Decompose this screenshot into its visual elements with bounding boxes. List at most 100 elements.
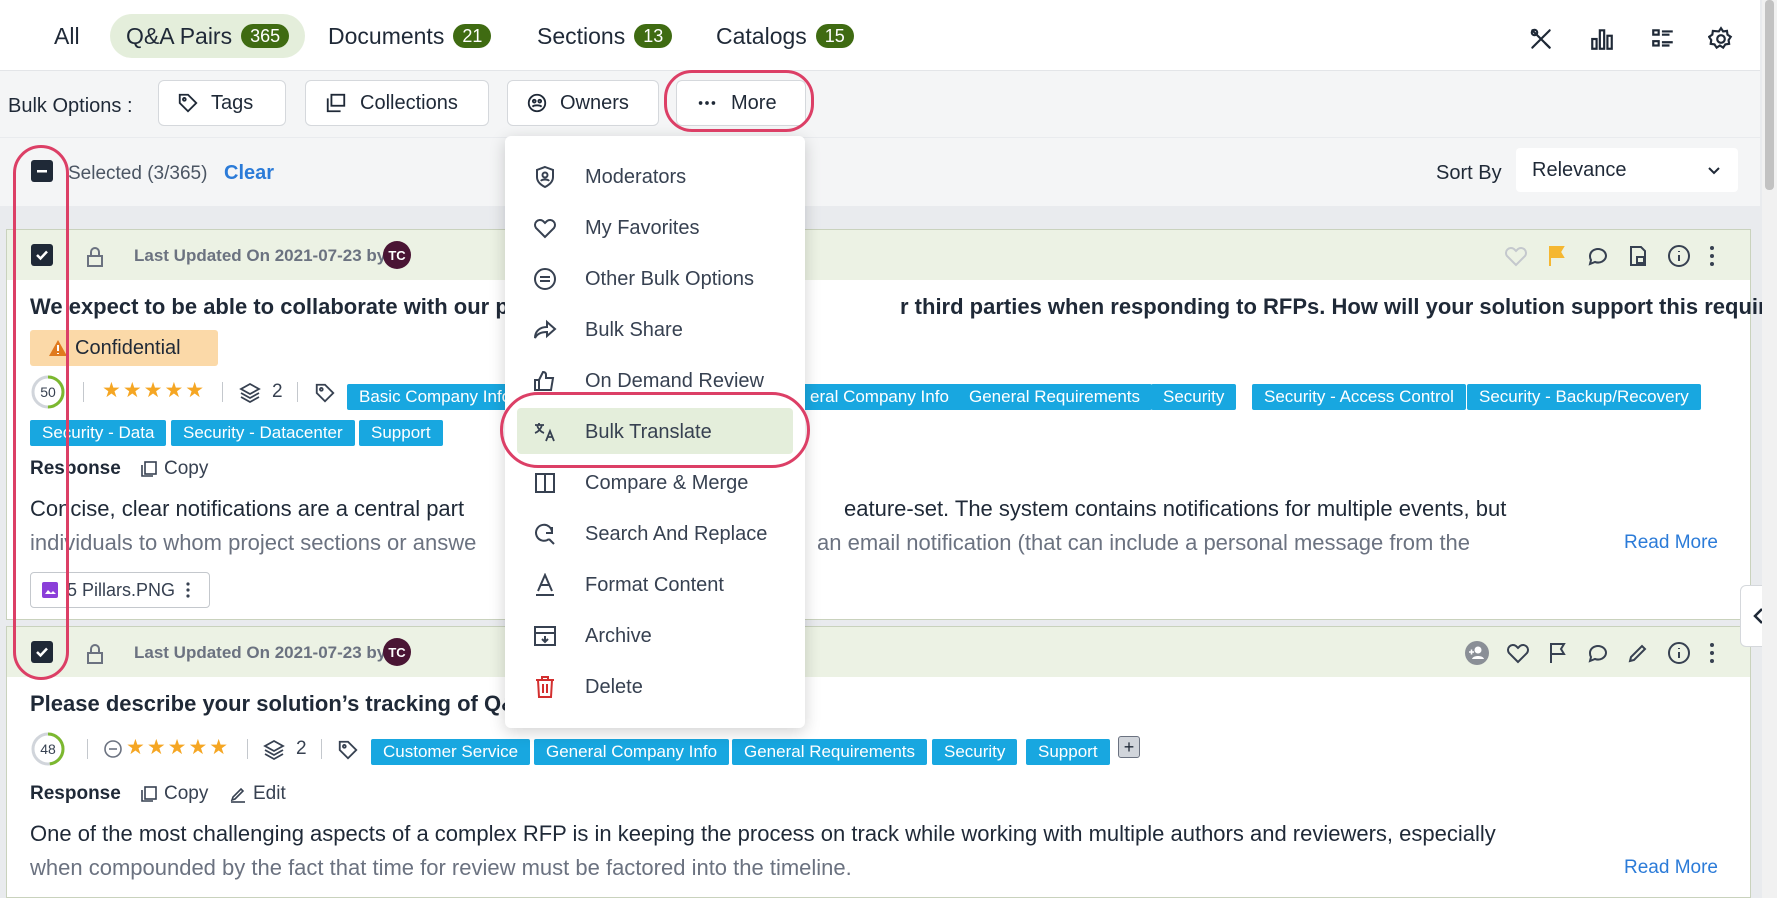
- menu-item-other-bulk-options[interactable]: Other Bulk Options: [505, 255, 805, 301]
- settings-gear-icon[interactable]: [1706, 24, 1736, 54]
- select-all-checkbox[interactable]: [31, 160, 53, 182]
- menu-label: Search And Replace: [585, 523, 768, 545]
- response-text-line1: One of the most challenging aspects of a…: [30, 821, 1496, 846]
- comment-icon[interactable]: [1585, 243, 1611, 269]
- menu-label: Delete: [585, 676, 643, 698]
- response-text-line2: when compounded by the fact that time fo…: [30, 855, 852, 880]
- heart-icon[interactable]: [1503, 243, 1529, 269]
- search-refresh-icon: [533, 522, 557, 546]
- heart-icon[interactable]: [1505, 640, 1531, 666]
- star-rating[interactable]: ★★★★★: [102, 378, 206, 403]
- score-value: 48: [40, 741, 56, 757]
- collections-button[interactable]: Collections: [305, 80, 489, 126]
- tag-chip[interactable]: Security - Data: [30, 420, 167, 446]
- tag-icon: [338, 740, 358, 760]
- menu-item-moderators[interactable]: Moderators: [505, 153, 805, 199]
- tools-icon[interactable]: [1526, 24, 1556, 54]
- tab-qa-pairs[interactable]: Q&A Pairs 365: [110, 14, 306, 58]
- score-ring: 50: [30, 374, 66, 410]
- menu-label: Bulk Translate: [585, 421, 712, 443]
- lock-icon: [87, 247, 103, 267]
- comment-icon[interactable]: [1585, 640, 1611, 666]
- read-more-link[interactable]: Read More: [1624, 532, 1718, 554]
- menu-item-format-content[interactable]: Format Content: [505, 561, 805, 607]
- star-rating[interactable]: ★★★★★: [126, 735, 230, 760]
- warning-icon: [49, 340, 67, 356]
- tag-chip[interactable]: Security - Backup/Recovery: [1467, 384, 1701, 410]
- tab-all[interactable]: All: [38, 14, 96, 58]
- tag-chip[interactable]: General Requirements: [957, 384, 1153, 410]
- tag-chip[interactable]: Support: [1026, 739, 1110, 765]
- add-tag-button[interactable]: +: [1118, 736, 1140, 758]
- flag-icon[interactable]: [1544, 243, 1570, 269]
- menu-label: Archive: [585, 625, 652, 647]
- menu-item-compare-merge[interactable]: Compare & Merge: [505, 459, 805, 505]
- sort-dropdown[interactable]: Relevance: [1516, 148, 1738, 192]
- vertical-scrollbar[interactable]: [1762, 0, 1777, 898]
- tags-button[interactable]: Tags: [158, 80, 286, 126]
- menu-item-search-and-replace[interactable]: Search And Replace: [505, 510, 805, 556]
- tag-chip[interactable]: Customer Service: [371, 739, 531, 765]
- edit-button[interactable]: Edit: [229, 783, 286, 805]
- check-icon: [36, 250, 48, 261]
- menu-item-on-demand-review[interactable]: On Demand Review: [505, 357, 805, 403]
- tag-chip[interactable]: General Company Info: [534, 739, 730, 765]
- divider: [321, 739, 322, 759]
- kebab-menu-icon[interactable]: [1699, 640, 1725, 666]
- version-count: 2: [296, 738, 307, 759]
- owners-button[interactable]: Owners: [507, 80, 659, 126]
- sort-value: Relevance: [1532, 158, 1627, 181]
- info-icon[interactable]: [1666, 243, 1692, 269]
- more-button[interactable]: More: [676, 80, 806, 126]
- bar-chart-icon[interactable]: [1587, 24, 1617, 54]
- question-text-left[interactable]: We expect to be able to collaborate with…: [30, 294, 521, 320]
- question-text-right[interactable]: r third parties when responding to RFPs.…: [900, 294, 1777, 320]
- info-icon[interactable]: [1666, 640, 1692, 666]
- sort-by-label: Sort By: [1436, 162, 1502, 184]
- version-count: 2: [272, 381, 283, 402]
- scrollbar-thumb[interactable]: [1765, 0, 1774, 190]
- response-text-line2-left: individuals to whom project sections or …: [30, 530, 477, 555]
- avatar[interactable]: TC: [383, 241, 411, 269]
- tag-chip[interactable]: Support: [359, 420, 443, 446]
- tag-chip[interactable]: eral Company Info: [798, 384, 961, 410]
- menu-item-bulk-share[interactable]: Bulk Share: [505, 306, 805, 352]
- tab-sections[interactable]: Sections 13: [521, 14, 688, 58]
- copy-button[interactable]: Copy: [140, 783, 208, 805]
- edit-pencil-icon[interactable]: [1625, 640, 1651, 666]
- response-text-line2-right: an email notification (that can include …: [817, 530, 1471, 555]
- attachment-name: 5 Pillars.PNG: [67, 579, 176, 600]
- menu-item-delete[interactable]: Delete: [505, 663, 805, 709]
- kebab-menu-icon[interactable]: [185, 581, 191, 599]
- read-more-link[interactable]: Read More: [1624, 857, 1718, 879]
- menu-item-bulk-translate[interactable]: Bulk Translate: [517, 408, 793, 454]
- tag-chip[interactable]: Basic Company Info: [347, 384, 524, 410]
- attachment-chip[interactable]: 5 Pillars.PNG: [30, 572, 210, 608]
- minus-circle-icon[interactable]: [103, 739, 123, 759]
- menu-item-my-favorites[interactable]: My Favorites: [505, 204, 805, 250]
- copy-button[interactable]: Copy: [140, 458, 208, 480]
- share-arrow-icon: [533, 318, 557, 342]
- list-view-icon[interactable]: [1648, 24, 1678, 54]
- tag-chip[interactable]: Security - Access Control: [1252, 384, 1466, 410]
- menu-item-archive[interactable]: Archive: [505, 612, 805, 658]
- tag-chip[interactable]: Security: [932, 739, 1018, 765]
- tag-chip[interactable]: Security: [1151, 384, 1237, 410]
- tab-catalogs[interactable]: Catalogs 15: [700, 14, 870, 58]
- selected-count: Selected (3/365): [68, 163, 208, 184]
- tab-documents[interactable]: Documents 21: [312, 14, 507, 58]
- flag-icon[interactable]: [1545, 640, 1571, 666]
- add-user-icon[interactable]: [1464, 640, 1490, 666]
- divider: [247, 739, 248, 759]
- question-text[interactable]: Please describe your solution’s tracking…: [30, 691, 533, 717]
- kebab-menu-icon[interactable]: [1699, 243, 1725, 269]
- document-lock-icon[interactable]: [1625, 243, 1651, 269]
- tag-chip[interactable]: Security - Datacenter: [171, 420, 355, 446]
- avatar[interactable]: TC: [383, 638, 411, 666]
- response-text-line1-right: eature-set. The system contains notifica…: [844, 496, 1507, 521]
- row-checkbox[interactable]: [31, 641, 53, 663]
- clear-selection-link[interactable]: Clear: [224, 162, 274, 185]
- tag-chip[interactable]: General Requirements: [732, 739, 928, 765]
- row-checkbox[interactable]: [31, 244, 53, 266]
- tab-label: Sections: [537, 22, 626, 49]
